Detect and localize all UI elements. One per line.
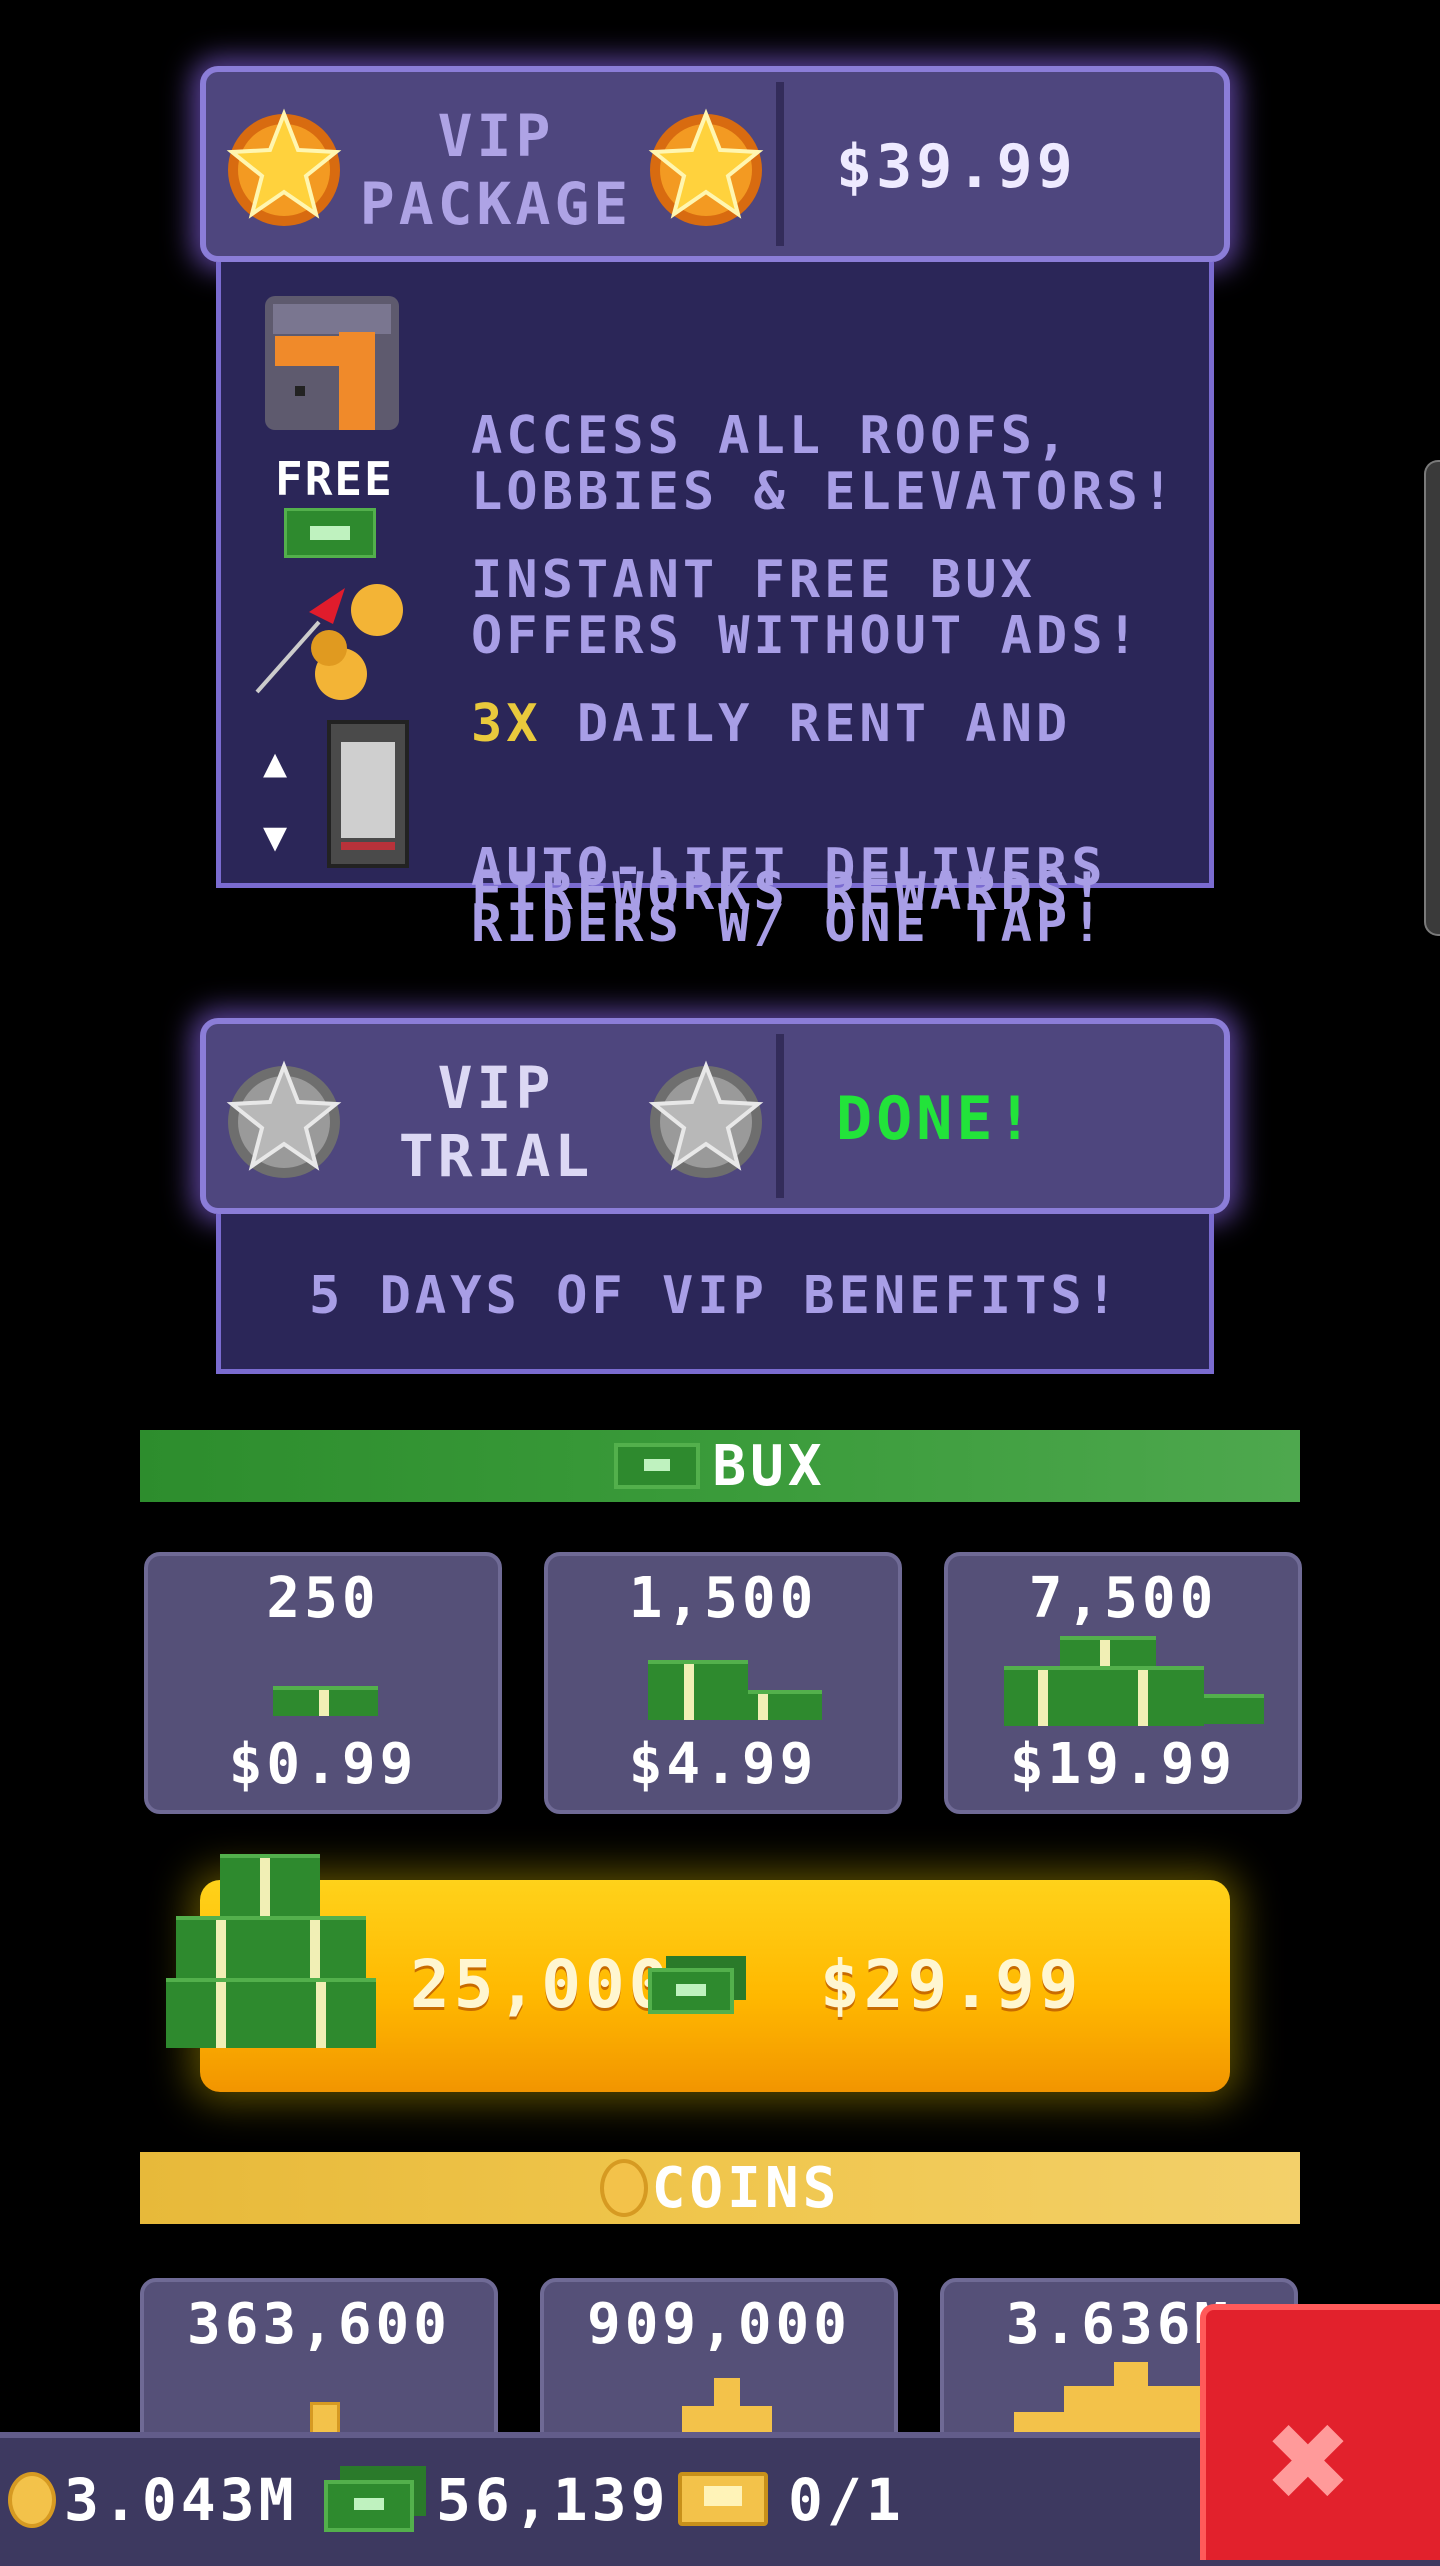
room-icon	[265, 296, 399, 430]
bux-bill-icon	[614, 1443, 701, 1489]
elevator-icon: ▲ ▼	[255, 720, 415, 870]
coin-icon	[599, 2159, 648, 2217]
side-edge-handle[interactable]	[1424, 460, 1440, 936]
bux-section-title: BUX	[712, 1433, 826, 1499]
vip-package-title: VIP PACKAGE	[359, 102, 633, 238]
bux-pack-amount: 250	[266, 1566, 380, 1631]
coins-section-title: COINS	[651, 2155, 841, 2221]
vip-divider	[776, 82, 784, 246]
close-button[interactable]: ✖	[1200, 2304, 1440, 2560]
bux-stack-icon	[648, 1660, 823, 1720]
silver-star-icon	[226, 1060, 342, 1178]
bux-big-pack-price: $29.99	[820, 1946, 1083, 2023]
ticket-count: 0/1	[788, 2466, 905, 2534]
up-arrow-icon: ▲	[263, 740, 288, 786]
coin-pack-amount: 909,000	[586, 2292, 851, 2357]
coin-stack-icon	[310, 2402, 340, 2436]
bux-pack-card[interactable]: 250 $0.99	[144, 1552, 502, 1814]
down-arrow-icon: ▼	[263, 814, 288, 860]
vip-trial-description-box: 5 DAYS OF VIP BENEFITS!	[216, 1214, 1214, 1374]
free-bux-icon: FREE	[275, 452, 392, 558]
gold-star-icon	[226, 108, 342, 226]
bux-stack-icon	[273, 1686, 378, 1716]
coin-pack-amount: 363,600	[186, 2292, 451, 2357]
bux-pack-price: $0.99	[228, 1732, 418, 1797]
bux-pile-icon	[166, 1854, 376, 2048]
vip-trial-header[interactable]: VIP TRIAL DONE!	[200, 1018, 1230, 1214]
fireworks-icon	[255, 584, 403, 700]
bux-pack-price: $19.99	[1009, 1732, 1237, 1797]
vip-trial-description: 5 DAYS OF VIP BENEFITS!	[308, 1266, 1122, 1326]
vip-package-benefits: ACCESS ALL ROOFS, LOBBIES & ELEVATORS! FR…	[216, 262, 1214, 952]
bux-bill-icon	[648, 1956, 748, 2016]
bux-pack-card[interactable]: 7,500 $19.99	[944, 1552, 1302, 1814]
bux-pack-price: $4.99	[628, 1732, 818, 1797]
vip-trial-status: DONE!	[836, 1084, 1037, 1154]
vip-package-price[interactable]: $39.99	[836, 132, 1077, 202]
benefit-text: AUTO-LIFT DELIVERS RIDERS W/ ONE TAP!	[471, 838, 1107, 954]
bux-section-header: BUX	[140, 1430, 1300, 1502]
silver-star-icon	[648, 1060, 764, 1178]
bux-pack-card[interactable]: 1,500 $4.99	[544, 1552, 902, 1814]
coins-section-header: COINS	[140, 2152, 1300, 2224]
close-icon: ✖	[1268, 2380, 1353, 2543]
bux-bill-icon	[324, 2466, 426, 2532]
bux-big-pack-amount: 25,000	[410, 1946, 673, 2023]
bux-big-pack-button[interactable]: 25,000 $29.99	[166, 1854, 1230, 2092]
bux-stack-icon	[1004, 1636, 1264, 1726]
coin-balance: 3.043M	[64, 2466, 298, 2534]
coin-stack-icon	[682, 2378, 772, 2438]
bux-pack-amount: 7,500	[1028, 1566, 1218, 1631]
ticket-icon	[678, 2472, 768, 2526]
coin-icon	[8, 2472, 56, 2528]
vip-divider	[776, 1034, 784, 1198]
bux-pack-amount: 1,500	[628, 1566, 818, 1631]
vip-package-header[interactable]: VIP PACKAGE $39.99	[200, 66, 1230, 262]
coin-pack-card[interactable]: 909,000	[540, 2278, 898, 2448]
coin-pack-card[interactable]: 363,600	[140, 2278, 498, 2448]
bux-balance: 56,139	[436, 2466, 670, 2534]
vip-trial-title: VIP TRIAL	[398, 1054, 594, 1190]
gold-star-icon	[648, 108, 764, 226]
